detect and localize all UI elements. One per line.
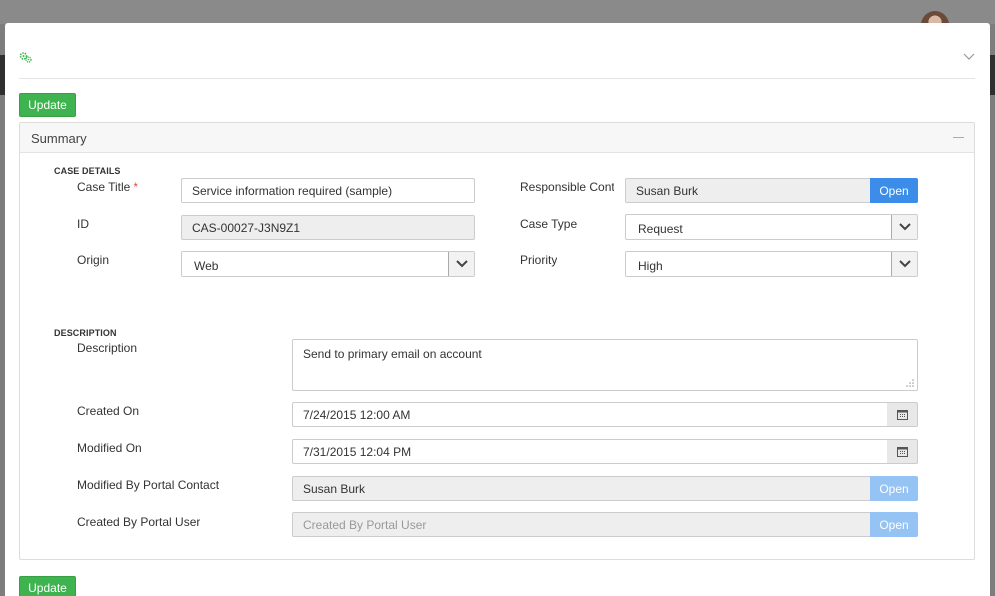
- page-backdrop: [0, 0, 995, 24]
- case-title-label-text: Case Title: [77, 180, 131, 194]
- resize-grip-icon[interactable]: [906, 379, 914, 387]
- case-type-select-value: Request: [638, 222, 683, 236]
- origin-select[interactable]: Web: [181, 251, 475, 277]
- summary-panel: Summary CASE DETAILS Case Title * Service…: [19, 122, 975, 560]
- created-on-label: Created On: [77, 404, 140, 418]
- case-edit-modal: Update Summary CASE DETAILS Case Title * …: [5, 23, 990, 596]
- responsible-contact-open-button[interactable]: Open: [870, 178, 918, 203]
- modal-header: [19, 23, 975, 79]
- modified-by-portal-contact-label: Modified By Portal Contact: [77, 478, 220, 492]
- created-by-portal-user-field: Created By Portal User: [292, 512, 871, 537]
- calendar-icon[interactable]: [887, 439, 918, 464]
- created-on-input[interactable]: 7/24/2015 12:00 AM: [292, 402, 888, 427]
- backdrop-navbar-right: [990, 55, 995, 95]
- priority-label: Priority: [520, 253, 558, 267]
- origin-label: Origin: [77, 253, 110, 267]
- modified-by-open-button[interactable]: Open: [870, 476, 918, 501]
- created-by-open-button[interactable]: Open: [870, 512, 918, 537]
- update-button-bottom[interactable]: Update: [19, 576, 76, 596]
- id-field: CAS-00027-J3N9Z1: [181, 215, 475, 240]
- case-details-heading: CASE DETAILS: [54, 166, 121, 176]
- chevron-down-icon[interactable]: [448, 252, 474, 276]
- chevron-down-icon[interactable]: [891, 252, 917, 276]
- description-textarea[interactable]: Send to primary email on account: [292, 339, 918, 391]
- calendar-icon[interactable]: [887, 402, 918, 427]
- priority-select[interactable]: High: [625, 251, 918, 277]
- chevron-down-icon[interactable]: [963, 53, 975, 61]
- modified-on-input[interactable]: 7/31/2015 12:04 PM: [292, 439, 888, 464]
- id-label: ID: [77, 217, 89, 231]
- minus-icon[interactable]: [953, 137, 964, 138]
- update-button[interactable]: Update: [19, 93, 76, 117]
- cogs-icon: [19, 52, 32, 63]
- modified-on-label: Modified On: [77, 441, 142, 455]
- case-type-label: Case Type: [520, 217, 578, 231]
- description-heading: DESCRIPTION: [54, 328, 117, 338]
- priority-select-value: High: [638, 259, 663, 273]
- case-title-label: Case Title *: [77, 180, 138, 194]
- origin-select-value: Web: [194, 259, 219, 273]
- summary-panel-heading[interactable]: Summary: [20, 123, 974, 153]
- description-label: Description: [77, 341, 138, 355]
- chevron-down-icon[interactable]: [891, 215, 917, 239]
- case-type-select[interactable]: Request: [625, 214, 918, 240]
- responsible-contact-field: Susan Burk: [625, 178, 871, 203]
- summary-title: Summary: [31, 131, 87, 146]
- created-by-portal-user-label: Created By Portal User: [77, 515, 201, 529]
- case-title-input[interactable]: Service information required (sample): [181, 178, 475, 203]
- required-indicator: *: [133, 180, 139, 194]
- description-textarea-value: Send to primary email on account: [303, 347, 482, 361]
- responsible-contact-label: Responsible Contact: [520, 180, 614, 194]
- modified-by-portal-contact-field: Susan Burk: [292, 476, 871, 501]
